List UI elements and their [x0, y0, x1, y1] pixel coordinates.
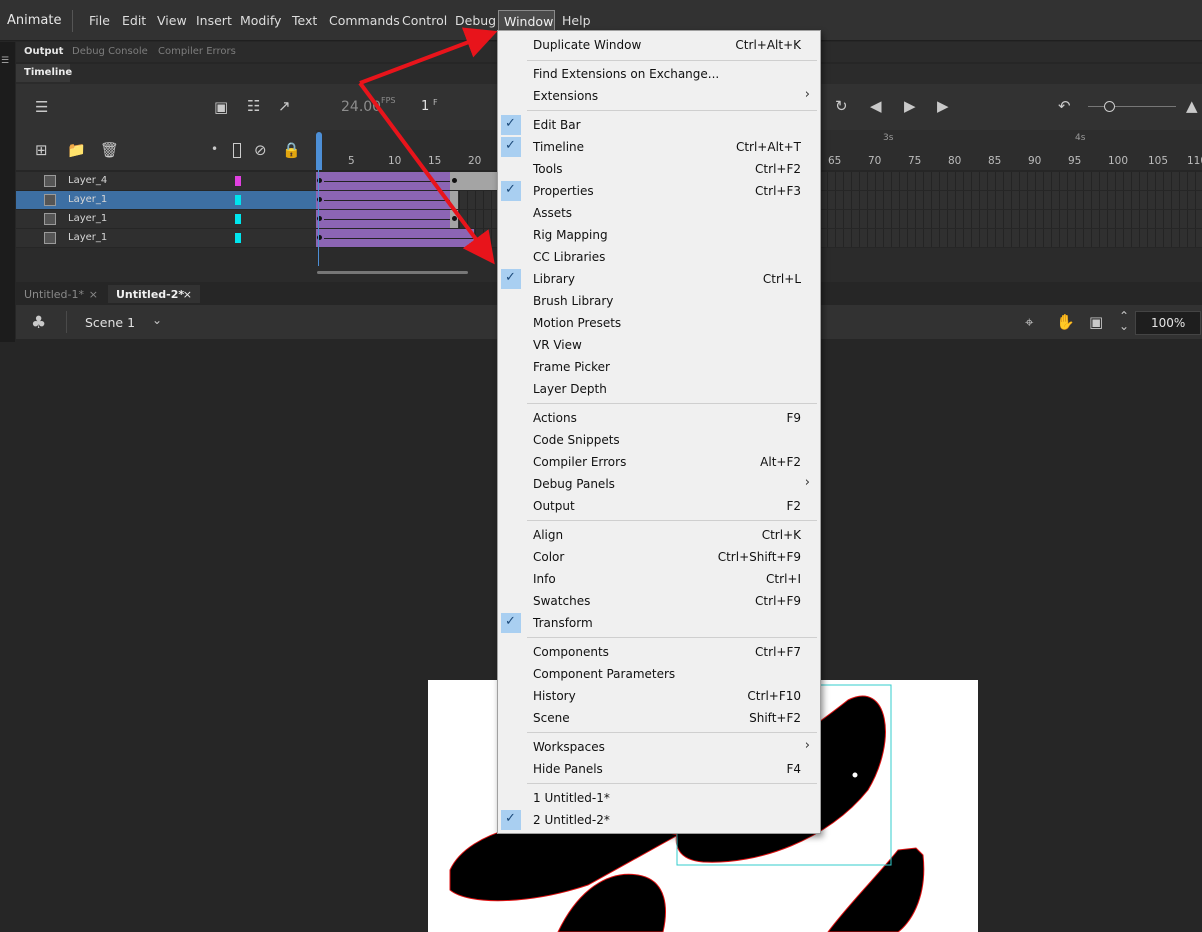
arrow-to-library-item — [358, 81, 495, 265]
annotation-arrows — [358, 27, 498, 265]
arrow-to-window-menu — [359, 27, 498, 85]
